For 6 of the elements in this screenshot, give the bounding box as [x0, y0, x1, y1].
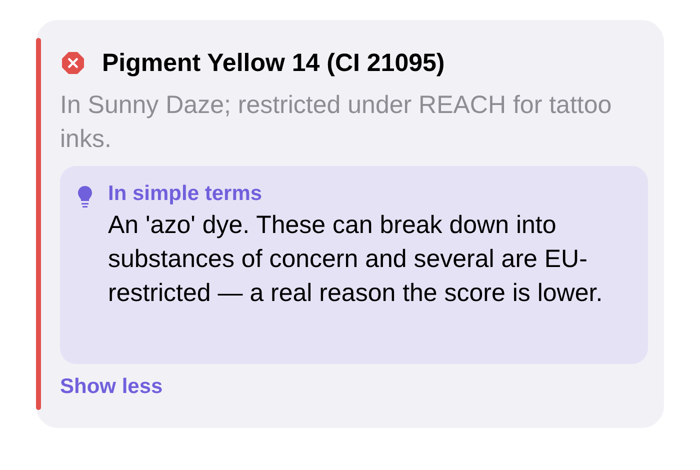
show-less-link[interactable]: Show less [60, 375, 163, 399]
explanation-text: An 'azo' dye. These can break down into substances of concern and several are EU-restricted — a real reason the score is lower. [108, 210, 604, 309]
lightbulb-icon [78, 186, 92, 208]
explanation-heading: In simple terms [108, 181, 264, 207]
ingredient-name: Pigment Yellow 14 (CI 21095) [102, 48, 445, 78]
ingredient-note: In Sunny Daze; restricted under REACH for tattoo inks. [60, 90, 613, 155]
